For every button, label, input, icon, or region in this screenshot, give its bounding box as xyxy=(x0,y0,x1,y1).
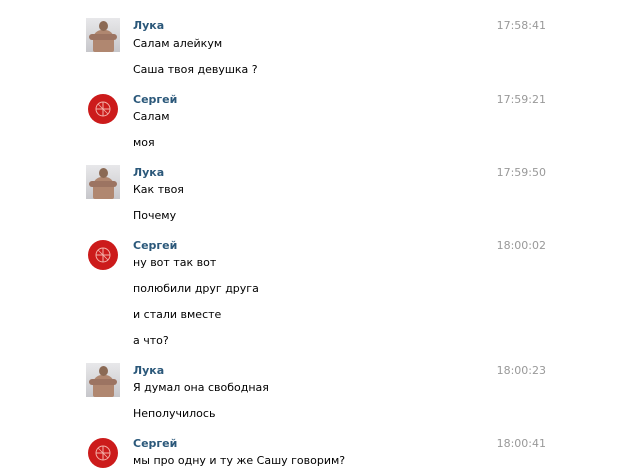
message-timestamp: 18:00:02 xyxy=(496,239,546,252)
message-text: мы про одну и ту же Сашу говорим? xyxy=(133,454,346,467)
author-name[interactable]: Лука xyxy=(133,364,164,377)
message-timestamp: 17:59:50 xyxy=(496,166,546,179)
message-text: Как твоя xyxy=(133,183,184,196)
message-text: а что? xyxy=(133,334,169,347)
message-text: полюбили друг друга xyxy=(133,282,259,295)
chat-history: Лука 17:58:41 Салам алейкум Саша твоя де… xyxy=(0,0,628,475)
author-name[interactable]: Сергей xyxy=(133,437,177,450)
user-avatar[interactable] xyxy=(86,165,120,199)
message-text: и стали вместе xyxy=(133,308,222,321)
message-text: Неполучилось xyxy=(133,407,216,420)
message-text: ну вот так вот xyxy=(133,256,217,269)
message-text: Я думал она свободная xyxy=(133,381,269,394)
message-timestamp: 18:00:41 xyxy=(496,437,546,450)
user-avatar[interactable] xyxy=(86,436,120,470)
message-text: Салам xyxy=(133,110,170,123)
message-text: Саша твоя девушка ? xyxy=(133,63,258,76)
author-name[interactable]: Сергей xyxy=(133,93,177,106)
user-avatar[interactable] xyxy=(86,18,120,52)
message-text: Салам алейкум xyxy=(133,37,223,50)
message-text: Почему xyxy=(133,209,177,222)
author-name[interactable]: Лука xyxy=(133,19,164,32)
user-avatar[interactable] xyxy=(86,238,120,272)
message-timestamp: 18:00:23 xyxy=(496,364,546,377)
author-name[interactable]: Сергей xyxy=(133,239,177,252)
message-timestamp: 17:59:21 xyxy=(496,93,546,106)
user-avatar[interactable] xyxy=(86,363,120,397)
message-timestamp: 17:58:41 xyxy=(496,19,546,32)
message-text: моя xyxy=(133,136,155,149)
author-name[interactable]: Лука xyxy=(133,166,164,179)
user-avatar[interactable] xyxy=(86,92,120,126)
